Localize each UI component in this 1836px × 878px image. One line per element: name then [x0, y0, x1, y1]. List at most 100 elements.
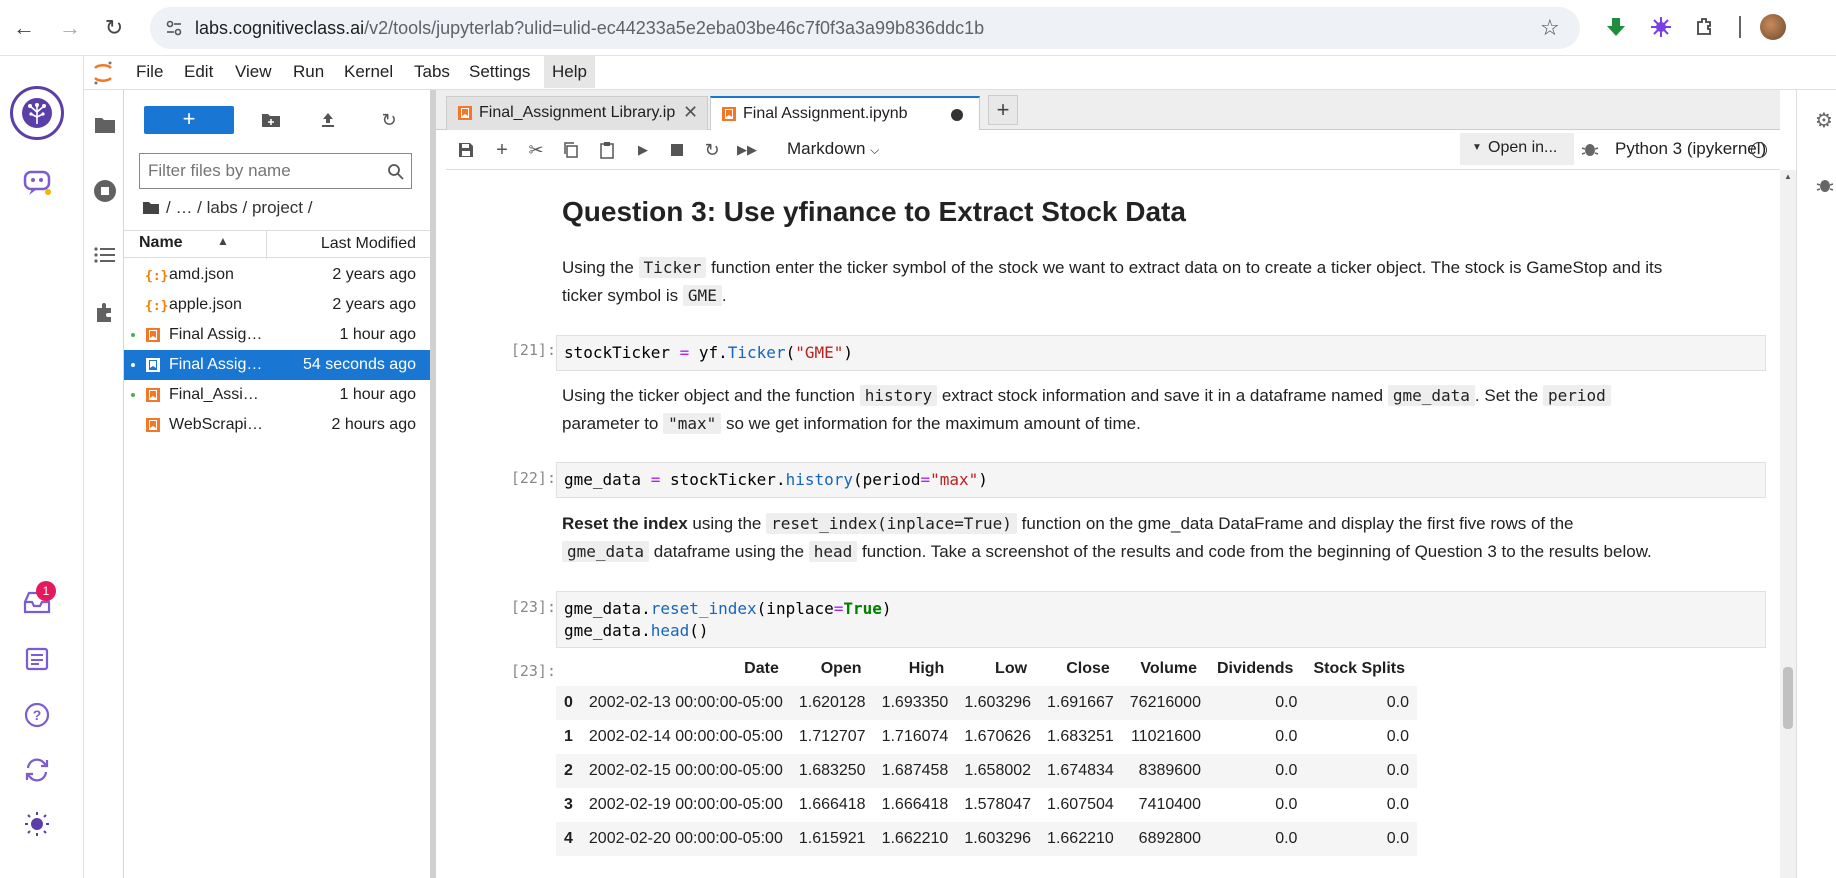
- extension-puzzle-color-icon[interactable]: [1646, 12, 1676, 42]
- tab-final-assignment[interactable]: Final Assignment.ipynb: [710, 96, 980, 130]
- running-indicator-dot: [131, 393, 135, 397]
- extensions-icon[interactable]: [1690, 12, 1720, 42]
- open-in-button[interactable]: ▼ Open in...: [1460, 133, 1574, 165]
- cell-prompt: [21]:: [510, 341, 556, 359]
- folder-icon[interactable]: [92, 112, 118, 138]
- forward-arrow-icon[interactable]: →: [52, 10, 88, 46]
- run-cell-icon[interactable]: ▶: [633, 140, 653, 160]
- menu-help[interactable]: Help: [544, 56, 595, 88]
- save-icon[interactable]: [456, 140, 476, 160]
- code-cell-21[interactable]: stockTicker = yf.Ticker("GME"): [556, 335, 1766, 371]
- tab-final-assignment-library[interactable]: Final_Assignment Library.ipy ✕: [446, 96, 708, 130]
- ai-assistant-icon[interactable]: [22, 168, 54, 203]
- file-list-header: Name ▲ Last Modified: [124, 230, 430, 259]
- file-row[interactable]: WebScrapi… 2 hours ago: [124, 410, 430, 440]
- property-inspector-gear-icon[interactable]: ⚙: [1815, 108, 1833, 133]
- file-row[interactable]: Final_Assi… 1 hour ago: [124, 380, 430, 410]
- menu-file[interactable]: File: [136, 62, 163, 82]
- dataframe-cell: 7410400: [1138, 796, 1201, 813]
- debugger-bug-icon[interactable]: [1581, 140, 1599, 163]
- dataframe-cell: 1.683251: [1047, 728, 1114, 745]
- news-icon[interactable]: [23, 646, 51, 677]
- upload-icon[interactable]: [316, 108, 340, 132]
- markdown-cell-2[interactable]: Using the ticker object and the function…: [562, 382, 1762, 438]
- filter-files-input[interactable]: [148, 161, 368, 181]
- menu-kernel[interactable]: Kernel: [344, 62, 393, 82]
- url-text: labs.cognitiveclass.ai/v2/tools/jupyterl…: [195, 18, 985, 38]
- home-folder-icon[interactable]: [142, 201, 160, 215]
- file-last-modified: 1 hour ago: [339, 386, 416, 403]
- document-tabbar: Final_Assignment Library.ipy ✕ Final Ass…: [436, 90, 1780, 130]
- dataframe-cell: 1.603296: [964, 830, 1032, 847]
- sync-icon[interactable]: [23, 756, 51, 789]
- theme-sun-icon[interactable]: [23, 810, 51, 843]
- refresh-icon[interactable]: ↻: [377, 108, 401, 132]
- file-row[interactable]: {:} apple.json 2 years ago: [124, 290, 430, 320]
- dataframe-header-row: Date Open High Low Close Volume Dividends Stock…: [556, 652, 1417, 686]
- code-cell-22[interactable]: gme_data = stockTicker.history(period="m…: [556, 462, 1766, 498]
- dataframe-cell: 1.716074: [881, 728, 949, 745]
- dataframe-output: Date Open High Low Close Volume Dividends Stock…: [556, 652, 1418, 856]
- kernel-name[interactable]: Python 3 (ipykernel): [1615, 139, 1766, 159]
- new-tab-plus-icon[interactable]: +: [988, 95, 1018, 125]
- back-arrow-icon[interactable]: ←: [6, 10, 42, 46]
- file-row[interactable]: Final Assig… 54 seconds ago: [124, 350, 430, 380]
- menu-tabs[interactable]: Tabs: [414, 62, 450, 82]
- address-bar[interactable]: labs.cognitiveclass.ai/v2/tools/jupyterl…: [150, 7, 1580, 49]
- scrollbar-thumb[interactable]: [1783, 667, 1793, 729]
- restart-run-all-icon[interactable]: ▶▶: [737, 140, 757, 160]
- debugger-sidebar-bug-icon[interactable]: [1816, 176, 1834, 199]
- column-last-modified[interactable]: Last Modified: [321, 235, 416, 253]
- extension-manager-icon[interactable]: [92, 300, 118, 326]
- file-name: amd.json: [169, 266, 234, 283]
- question-heading: Question 3: Use yfinance to Extract Stoc…: [562, 196, 1186, 227]
- dataframe-column-header: Volume: [1140, 660, 1197, 677]
- new-folder-icon[interactable]: [259, 108, 283, 132]
- file-last-modified: 2 hours ago: [331, 416, 416, 433]
- bookmark-star-icon[interactable]: ☆: [1540, 15, 1560, 41]
- notebook-scrollbar[interactable]: ▲: [1780, 170, 1796, 878]
- filter-files-box[interactable]: [139, 153, 412, 189]
- site-info-icon[interactable]: [164, 18, 184, 38]
- close-tab-icon[interactable]: ✕: [683, 102, 698, 123]
- markdown-cell-1[interactable]: Using the Ticker function enter the tick…: [562, 254, 1762, 310]
- cut-icon[interactable]: ✂: [526, 140, 546, 160]
- menu-edit[interactable]: Edit: [184, 62, 213, 82]
- skills-network-logo[interactable]: [10, 86, 64, 140]
- dataframe-cell: 0.0: [1275, 796, 1298, 813]
- restart-kernel-icon[interactable]: ↻: [702, 140, 722, 160]
- markdown-cell-3[interactable]: Reset the index using the reset_index(in…: [562, 510, 1762, 566]
- menu-run[interactable]: Run: [293, 62, 324, 82]
- download-icon[interactable]: [1601, 12, 1631, 42]
- dataframe-cell: 0.0: [1386, 830, 1410, 847]
- menu-view[interactable]: View: [235, 62, 272, 82]
- help-circle-icon[interactable]: ?: [23, 701, 51, 734]
- menu-settings[interactable]: Settings: [469, 62, 530, 82]
- browser-toolbar: ← → ↻ labs.cognitiveclass.ai/v2/tools/ju…: [0, 0, 1836, 56]
- dataframe-cell: 1.662210: [1047, 830, 1114, 847]
- copy-icon[interactable]: [561, 140, 581, 160]
- scroll-up-arrow-icon[interactable]: ▲: [1784, 172, 1792, 181]
- reload-icon[interactable]: ↻: [96, 10, 132, 46]
- unsaved-dot-icon[interactable]: [951, 109, 963, 121]
- running-terminals-icon[interactable]: [92, 178, 118, 204]
- new-launcher-button[interactable]: +: [144, 106, 234, 134]
- paste-icon[interactable]: [597, 140, 617, 160]
- sort-ascending-icon: ▲: [217, 234, 229, 248]
- file-row[interactable]: {:} amd.json 2 years ago: [124, 260, 430, 290]
- dataframe-row: 1 2002-02-14 00:00:00-05:00 1.712707 1.7160…: [556, 720, 1417, 754]
- table-of-contents-icon[interactable]: [92, 242, 118, 268]
- dataframe-row: 4 2002-02-20 00:00:00-05:00 1.615921 1.6622…: [556, 822, 1418, 856]
- file-row[interactable]: Final Assig… 1 hour ago: [124, 320, 430, 350]
- profile-avatar[interactable]: [1758, 12, 1788, 42]
- inbox-icon[interactable]: 1: [22, 581, 56, 622]
- notebook-icon: [145, 327, 161, 343]
- insert-cell-plus-icon[interactable]: +: [492, 139, 512, 161]
- cell-type-select[interactable]: Markdown ⌵: [787, 139, 879, 159]
- skills-network-strip: 1 ?: [0, 56, 84, 878]
- notebook-content[interactable]: Question 3: Use yfinance to Extract Stoc…: [446, 170, 1780, 878]
- code-cell-23[interactable]: gme_data.reset_index(inplace=True) gme_d…: [556, 591, 1766, 648]
- breadcrumb[interactable]: / … / labs / project /: [142, 198, 312, 218]
- interrupt-kernel-icon[interactable]: [667, 140, 687, 160]
- column-name[interactable]: Name: [139, 234, 183, 252]
